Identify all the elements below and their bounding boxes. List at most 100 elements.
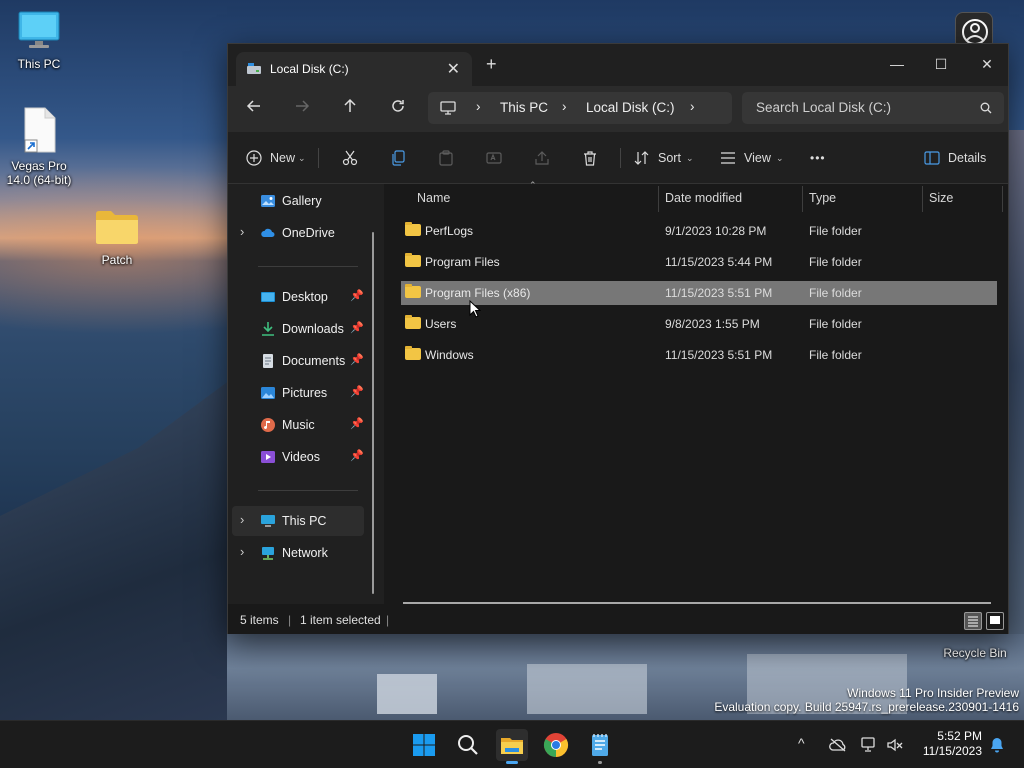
close-tab-icon[interactable]: ✕ bbox=[447, 59, 460, 79]
row-name: Windows bbox=[425, 348, 474, 362]
paste-button[interactable] bbox=[438, 145, 454, 171]
column-divider[interactable] bbox=[1002, 186, 1003, 212]
pin-icon[interactable]: 📌 bbox=[350, 449, 364, 462]
notepad-icon bbox=[592, 734, 608, 756]
cloud-icon bbox=[261, 228, 275, 237]
pin-icon[interactable]: 📌 bbox=[350, 353, 364, 366]
tab-local-disk[interactable]: Local Disk (C:) ✕ bbox=[236, 52, 472, 86]
video-icon bbox=[261, 451, 275, 463]
cut-button[interactable] bbox=[342, 145, 358, 171]
background-cliff bbox=[0, 380, 230, 720]
tray-overflow-button[interactable]: ^ bbox=[798, 735, 805, 751]
column-header-type[interactable]: Type bbox=[809, 184, 836, 214]
taskbar-file-explorer[interactable] bbox=[496, 729, 528, 764]
clipboard-icon bbox=[439, 150, 453, 166]
pin-icon[interactable]: 📌 bbox=[350, 385, 364, 398]
sidebar-item-desktop[interactable]: Desktop 📌 bbox=[232, 282, 364, 312]
sidebar-scrollbar[interactable] bbox=[372, 232, 374, 594]
desktop-icon-recycle-bin[interactable]: Recycle Bin bbox=[937, 646, 1013, 660]
notification-bell-icon[interactable] bbox=[988, 736, 1006, 754]
clock[interactable]: 5:52 PM 11/15/2023 bbox=[908, 729, 982, 759]
desktop-icon-patch[interactable]: Patch bbox=[79, 208, 155, 267]
search-button[interactable] bbox=[452, 729, 484, 761]
sidebar-item-videos[interactable]: Videos 📌 bbox=[232, 442, 364, 472]
desktop-icon-this-pc[interactable]: This PC bbox=[1, 10, 77, 71]
column-header-size[interactable]: Size bbox=[929, 184, 953, 214]
gallery-icon bbox=[261, 195, 275, 207]
row-name: Program Files bbox=[425, 255, 500, 269]
column-divider[interactable] bbox=[922, 186, 923, 212]
pin-icon[interactable]: 📌 bbox=[350, 321, 364, 334]
start-button[interactable] bbox=[408, 729, 440, 761]
table-row-selected[interactable]: Program Files (x86) 11/15/2023 5:51 PM F… bbox=[401, 281, 997, 305]
breadcrumb-local-disk[interactable]: Local Disk (C:) bbox=[586, 100, 675, 115]
address-bar[interactable]: › This PC › Local Disk (C:) › bbox=[428, 92, 732, 124]
column-divider[interactable] bbox=[802, 186, 803, 212]
table-row[interactable]: PerfLogs 9/1/2023 10:28 PM File folder bbox=[401, 219, 997, 243]
sidebar-item-music[interactable]: Music 📌 bbox=[232, 410, 364, 440]
rename-button[interactable] bbox=[486, 145, 502, 171]
new-label: New bbox=[270, 151, 296, 165]
up-button[interactable] bbox=[336, 96, 364, 122]
sidebar-item-onedrive[interactable]: › OneDrive bbox=[232, 218, 364, 248]
network-icon[interactable] bbox=[860, 736, 878, 754]
share-icon bbox=[535, 151, 549, 165]
taskbar: ^ 5:52 PM 11/15/2023 bbox=[0, 720, 1024, 768]
row-type: File folder bbox=[809, 317, 862, 331]
sidebar-item-documents[interactable]: Documents 📌 bbox=[232, 346, 364, 376]
table-row[interactable]: Users 9/8/2023 1:55 PM File folder bbox=[401, 312, 997, 336]
file-shortcut-icon bbox=[24, 107, 56, 153]
chevron-right-icon[interactable]: › bbox=[240, 512, 244, 527]
chevron-right-icon[interactable]: › bbox=[240, 224, 244, 239]
row-type: File folder bbox=[809, 348, 862, 362]
taskbar-chrome[interactable] bbox=[540, 729, 572, 761]
table-row[interactable]: Program Files 11/15/2023 5:44 PM File fo… bbox=[401, 250, 997, 274]
row-type: File folder bbox=[809, 255, 862, 269]
back-button[interactable] bbox=[240, 96, 268, 122]
volume-muted-icon[interactable] bbox=[886, 736, 904, 754]
column-header-name[interactable]: Name bbox=[417, 184, 450, 214]
chevron-right-icon[interactable]: › bbox=[240, 544, 244, 559]
breadcrumb-this-pc[interactable]: This PC bbox=[500, 100, 548, 115]
more-options-button[interactable]: ••• bbox=[810, 145, 826, 171]
watermark-line-1: Windows 11 Pro Insider Preview bbox=[847, 686, 1019, 700]
desktop-icon-label: Recycle Bin bbox=[943, 646, 1007, 660]
desktop-icon-vegas-pro[interactable]: Vegas Pro 14.0 (64-bit) bbox=[1, 106, 77, 187]
breadcrumb-separator: › bbox=[476, 99, 481, 114]
cloud-offline-icon[interactable] bbox=[828, 737, 848, 753]
command-bar: New ⌄ Sort ⌄ View ⌄ ••• Details bbox=[228, 132, 1008, 184]
refresh-button[interactable] bbox=[384, 96, 412, 122]
tiles-view-toggle[interactable] bbox=[986, 612, 1004, 630]
copy-button[interactable] bbox=[390, 145, 406, 171]
sidebar-item-pictures[interactable]: Pictures 📌 bbox=[232, 378, 364, 408]
new-tab-button[interactable]: + bbox=[486, 55, 497, 73]
file-explorer-window: Local Disk (C:) ✕ + — ☐ ✕ › This PC › Lo… bbox=[227, 43, 1009, 634]
close-window-button[interactable]: ✕ bbox=[964, 50, 1010, 78]
clock-time: 5:52 PM bbox=[937, 729, 982, 743]
sidebar-item-gallery[interactable]: Gallery bbox=[232, 186, 364, 216]
column-divider[interactable] bbox=[658, 186, 659, 212]
arrow-right-icon bbox=[296, 100, 310, 112]
details-view-toggle[interactable] bbox=[964, 612, 982, 630]
share-button[interactable] bbox=[534, 145, 550, 171]
column-header-date[interactable]: Date modified bbox=[665, 184, 742, 214]
taskbar-notepad[interactable] bbox=[584, 729, 616, 764]
delete-button[interactable] bbox=[582, 145, 598, 171]
minimize-button[interactable]: — bbox=[874, 50, 920, 78]
title-bar[interactable]: Local Disk (C:) ✕ + — ☐ ✕ bbox=[228, 44, 1008, 86]
chrome-icon bbox=[543, 733, 569, 757]
sidebar-item-this-pc[interactable]: › This PC bbox=[232, 506, 364, 536]
search-box[interactable]: Search Local Disk (C:) bbox=[742, 92, 1004, 124]
forward-button[interactable] bbox=[288, 96, 316, 122]
computer-icon bbox=[261, 515, 275, 527]
pin-icon[interactable]: 📌 bbox=[350, 289, 364, 302]
pin-icon[interactable]: 📌 bbox=[350, 417, 364, 430]
sidebar-item-label: Music bbox=[282, 418, 315, 432]
arrow-up-icon bbox=[344, 98, 356, 112]
file-list: Name ⌃ Date modified Type Size PerfLogs … bbox=[385, 180, 1008, 604]
maximize-button[interactable]: ☐ bbox=[918, 50, 964, 78]
sidebar-item-network[interactable]: › Network bbox=[232, 538, 364, 568]
table-row[interactable]: Windows 11/15/2023 5:51 PM File folder bbox=[401, 343, 997, 367]
row-date: 9/1/2023 10:28 PM bbox=[665, 224, 767, 238]
sidebar-item-downloads[interactable]: Downloads 📌 bbox=[232, 314, 364, 344]
